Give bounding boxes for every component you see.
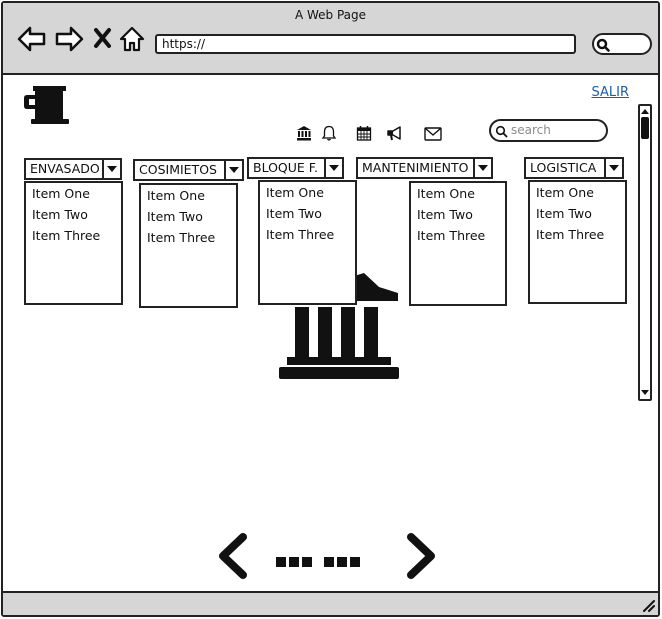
- menu-item[interactable]: Item Two: [530, 205, 625, 226]
- menu-list-bloque-f: Item One Item Two Item Three: [258, 180, 357, 305]
- megaphone-icon[interactable]: [386, 125, 404, 141]
- menu-item[interactable]: Item Two: [411, 206, 505, 227]
- menu-item[interactable]: Item Two: [141, 208, 236, 229]
- chevron-right-icon[interactable]: [405, 533, 439, 579]
- home-icon[interactable]: [119, 25, 145, 53]
- search-icon: [596, 38, 610, 52]
- window-title: A Web Page: [294, 8, 367, 22]
- mug-logo-icon: [24, 86, 69, 124]
- dropdown-label: BLOQUE F.: [253, 160, 318, 175]
- forward-icon[interactable]: [54, 25, 84, 53]
- browser-toolbar: A Web Page https://: [3, 3, 658, 75]
- menu-list-cosimietos: Item One Item Two Item Three: [139, 183, 238, 308]
- menu-item[interactable]: Item Three: [26, 227, 121, 248]
- dropdown-cosimietos[interactable]: COSIMIETOS: [133, 159, 244, 181]
- menu-item[interactable]: Item One: [260, 184, 355, 205]
- page-content: SALIR search ENVASADO Item One Item Two …: [3, 75, 658, 591]
- chevron-down-icon[interactable]: [324, 159, 342, 177]
- logout-link[interactable]: SALIR: [592, 85, 630, 100]
- calendar-icon[interactable]: [356, 125, 372, 141]
- dropdown-mantenimiento[interactable]: MANTENIMIENTO: [356, 157, 493, 179]
- resize-handle-icon[interactable]: [641, 598, 655, 612]
- dropdown-label: COSIMIETOS: [139, 162, 217, 177]
- menu-item[interactable]: Item One: [141, 187, 236, 208]
- menu-item[interactable]: Item One: [411, 185, 505, 206]
- search-placeholder: search: [511, 123, 551, 137]
- chevron-down-icon[interactable]: [102, 160, 120, 178]
- scrollbar-thumb[interactable]: [641, 117, 649, 139]
- search-input[interactable]: search: [489, 119, 608, 142]
- search-icon: [495, 125, 508, 138]
- chevron-down-icon[interactable]: [604, 159, 622, 177]
- envelope-icon[interactable]: [424, 127, 442, 141]
- browser-window: A Web Page https:// SALIR search ENVASAD…: [1, 1, 660, 617]
- menu-item[interactable]: Item Three: [411, 227, 505, 248]
- menu-item[interactable]: Item Two: [260, 205, 355, 226]
- menu-item[interactable]: Item One: [530, 184, 625, 205]
- dropdown-logistica[interactable]: LOGISTICA: [524, 157, 624, 179]
- dropdown-bloque-f[interactable]: BLOQUE F.: [247, 157, 344, 179]
- chevron-left-icon[interactable]: [215, 533, 249, 579]
- dropdown-label: MANTENIMIENTO: [362, 160, 469, 175]
- chevron-down-icon[interactable]: [473, 159, 491, 177]
- bank-icon[interactable]: [296, 125, 312, 141]
- menu-item[interactable]: Item Three: [141, 229, 236, 250]
- close-icon[interactable]: [93, 27, 113, 49]
- dropdown-label: ENVASADO: [30, 161, 100, 176]
- menu-list-logistica: Item One Item Two Item Three: [528, 180, 627, 304]
- browser-search-field[interactable]: [592, 33, 652, 55]
- pagination-dots-icon: [276, 557, 360, 567]
- menu-item[interactable]: Item Three: [530, 226, 625, 247]
- dropdown-envasado[interactable]: ENVASADO: [24, 158, 122, 180]
- vertical-scrollbar[interactable]: [638, 104, 652, 401]
- menu-list-envasado: Item One Item Two Item Three: [24, 181, 123, 305]
- url-field[interactable]: https://: [155, 34, 576, 54]
- dropdown-label: LOGISTICA: [530, 160, 597, 175]
- back-icon[interactable]: [17, 25, 47, 53]
- menu-list-mantenimiento: Item One Item Two Item Three: [409, 181, 507, 306]
- status-bar: [3, 591, 658, 615]
- bell-icon[interactable]: [321, 125, 337, 141]
- menu-item[interactable]: Item Two: [26, 206, 121, 227]
- menu-item[interactable]: Item One: [26, 185, 121, 206]
- menu-item[interactable]: Item Three: [260, 226, 355, 247]
- scroll-down-icon[interactable]: [640, 387, 650, 399]
- chevron-down-icon[interactable]: [224, 161, 242, 179]
